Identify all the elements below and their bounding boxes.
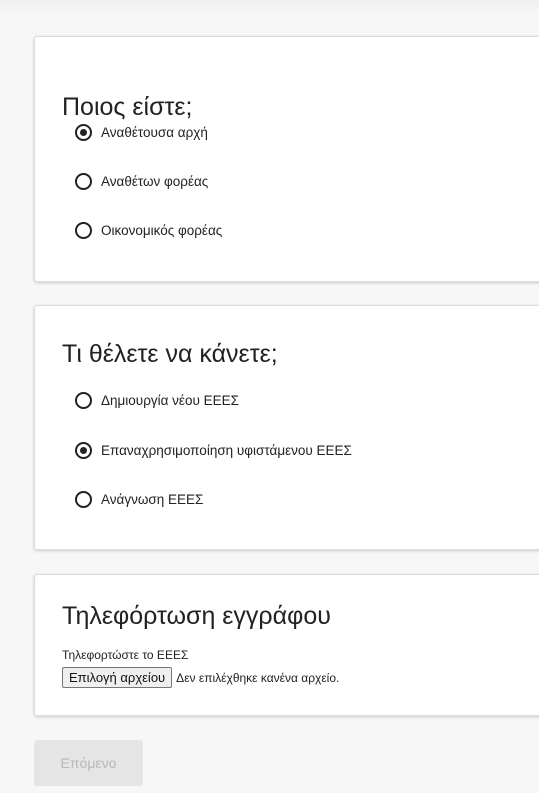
radio-option-contracting-authority[interactable]: Αναθέτουσα αρχή — [75, 124, 208, 141]
choose-file-button[interactable]: Επιλογή αρχείου — [62, 667, 173, 688]
radio-label: Αναθέτων φορέας — [101, 174, 209, 189]
top-strip — [0, 0, 539, 16]
radio-option-create-new[interactable]: Δημιουργία νέου ΕΕΕΣ — [75, 392, 239, 409]
radio-checked-icon[interactable] — [75, 442, 92, 459]
radio-checked-icon[interactable] — [75, 124, 92, 141]
radio-option-read[interactable]: Ανάγνωση ΕΕΕΣ — [75, 491, 203, 508]
what-section-card: Τι θέλετε να κάνετε; Δημιουργία νέου ΕΕΕ… — [34, 305, 539, 550]
who-section-title: Ποιος είστε; — [62, 93, 193, 121]
radio-label: Δημιουργία νέου ΕΕΕΣ — [101, 393, 239, 408]
radio-option-contracting-entity[interactable]: Αναθέτων φορέας — [75, 173, 208, 190]
radio-label: Επαναχρησιμοποίηση υφιστάμενου ΕΕΕΣ — [101, 443, 352, 458]
upload-section-title: Τηλεφόρτωση εγγράφου — [62, 602, 331, 630]
radio-option-economic-operator[interactable]: Οικονομικός φορέας — [75, 222, 222, 239]
upload-section-card: Τηλεφόρτωση εγγράφου Τηλεφορτώστε το ΕΕΕ… — [34, 574, 539, 716]
radio-option-reuse-existing[interactable]: Επαναχρησιμοποίηση υφιστάμενου ΕΕΕΣ — [75, 442, 352, 459]
who-section-card: Ποιος είστε; Αναθέτουσα αρχή Αναθέτων φο… — [34, 36, 539, 282]
radio-label: Ανάγνωση ΕΕΕΣ — [101, 492, 204, 507]
upload-hint-label: Τηλεφορτώστε το ΕΕΕΣ — [62, 648, 189, 662]
radio-unchecked-icon[interactable] — [75, 392, 92, 409]
next-button[interactable]: Επόμενο — [34, 740, 143, 786]
radio-unchecked-icon[interactable] — [75, 491, 92, 508]
file-status-text: Δεν επιλέχθηκε κανένα αρχείο. — [176, 670, 340, 685]
radio-unchecked-icon[interactable] — [75, 173, 92, 190]
radio-label: Οικονομικός φορέας — [101, 223, 223, 238]
file-input[interactable]: Επιλογή αρχείου Δεν επιλέχθηκε κανένα αρ… — [62, 667, 339, 688]
radio-label: Αναθέτουσα αρχή — [101, 125, 208, 140]
what-section-title: Τι θέλετε να κάνετε; — [62, 340, 278, 368]
radio-unchecked-icon[interactable] — [75, 222, 92, 239]
